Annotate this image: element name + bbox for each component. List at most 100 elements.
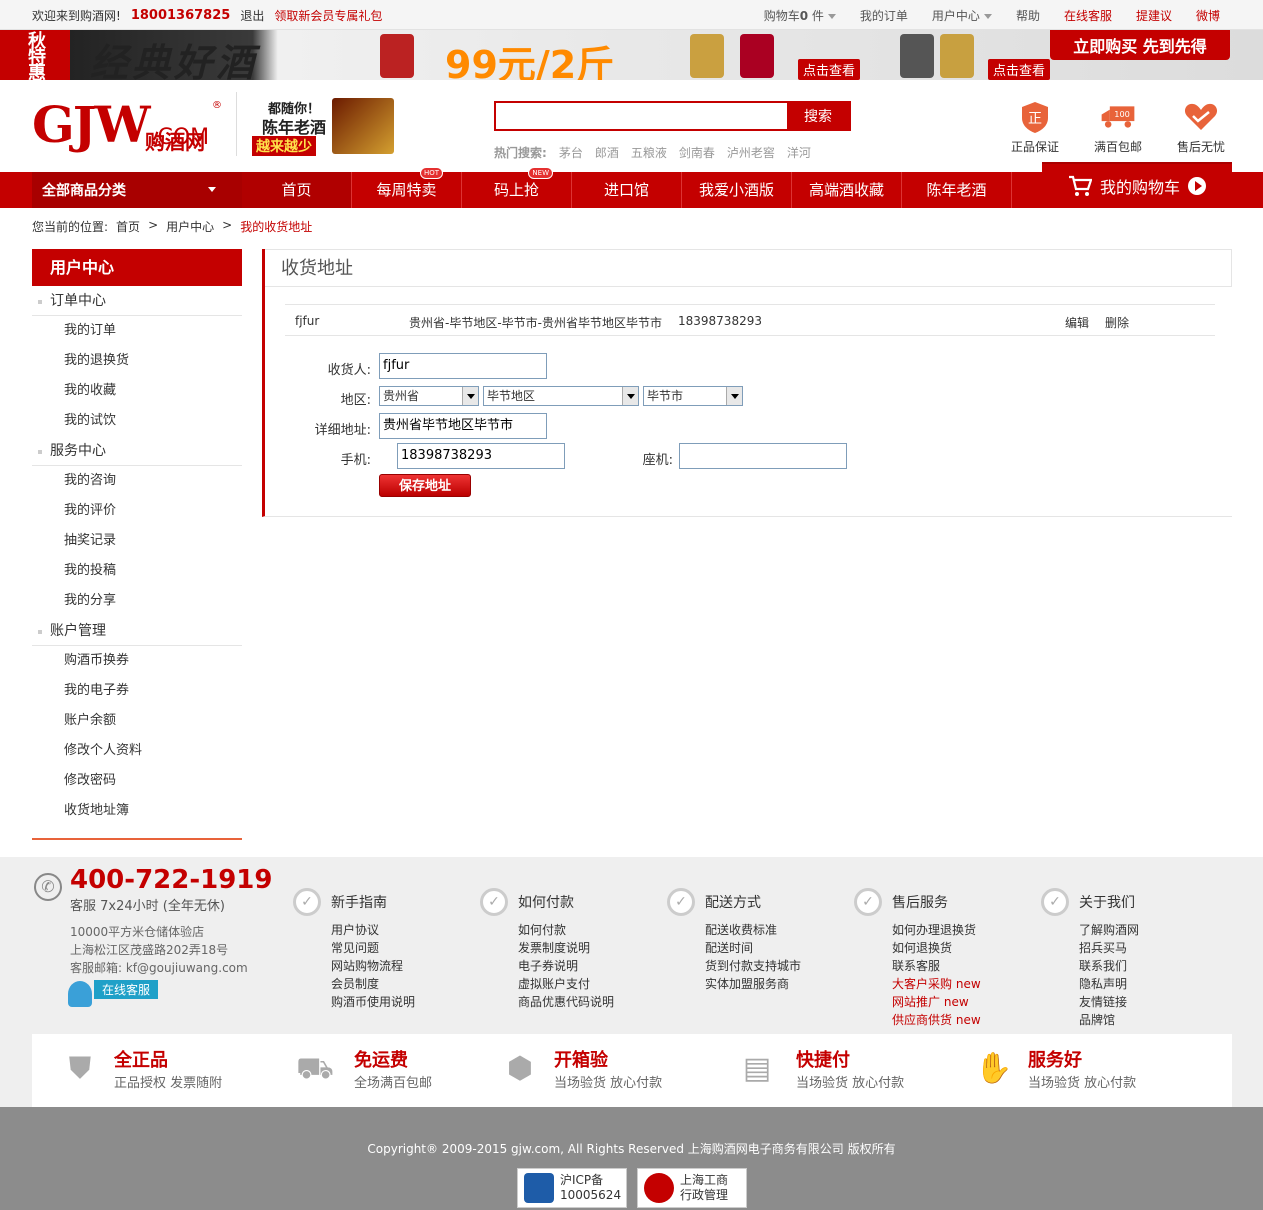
footer-link[interactable]: 货到付款支持城市 (705, 957, 801, 975)
edit-address-link[interactable]: 编辑 (1065, 314, 1089, 331)
sidebar-item-trials[interactable]: 我的试饮 (32, 406, 242, 436)
footer-link[interactable]: 电子券说明 (518, 957, 614, 975)
nav-item-home[interactable]: 首页 (242, 172, 352, 208)
sidebar-item-profile[interactable]: 修改个人资料 (32, 736, 242, 766)
breadcrumb-user-center[interactable]: 用户中心 (166, 218, 214, 235)
sidebar-item-coin-exchange[interactable]: 购酒币换券 (32, 646, 242, 676)
landline-input[interactable] (679, 443, 847, 469)
genuine-guarantee[interactable]: 正 正品保证 (1000, 100, 1070, 155)
after-sale[interactable]: 售后无忧 (1166, 100, 1236, 155)
nav-item-flash[interactable]: 码上抢 NEW (462, 167, 572, 208)
footer-link[interactable]: 联系客服 (892, 957, 981, 975)
sidebar-item-my-orders[interactable]: 我的订单 (32, 316, 242, 346)
search-input[interactable] (496, 103, 787, 129)
page-title: 收货地址 (265, 249, 1232, 287)
banner-look-button[interactable]: 点击查看 (798, 59, 861, 80)
hot-search-link[interactable]: 五粮液 (631, 144, 667, 161)
footer-link[interactable]: 如何付款 (518, 921, 614, 939)
sidebar-item-inquiries[interactable]: 我的咨询 (32, 466, 242, 496)
my-orders-link[interactable]: 我的订单 (848, 7, 920, 24)
footer-link[interactable]: 购酒币使用说明 (331, 993, 415, 1011)
district-select[interactable]: 毕节市 (643, 386, 743, 406)
footer-link[interactable]: 联系我们 (1079, 957, 1139, 975)
search-button[interactable]: 搜索 (787, 103, 849, 129)
breadcrumb-home[interactable]: 首页 (116, 218, 140, 235)
sidebar-item-lottery[interactable]: 抽奖记录 (32, 526, 242, 556)
sidebar-item-shares[interactable]: 我的分享 (32, 586, 242, 616)
sidebar-item-e-coupons[interactable]: 我的电子券 (32, 676, 242, 706)
sidebar-item-password[interactable]: 修改密码 (32, 766, 242, 796)
nav-item-weekly-sale[interactable]: 每周特卖 HOT (352, 167, 462, 208)
save-address-button[interactable]: 保存地址 (379, 474, 471, 497)
weibo-link[interactable]: 微博 (1184, 7, 1232, 24)
footer-link[interactable]: 大客户采购 new (892, 975, 981, 993)
footer-link[interactable]: 如何办理退换货 (892, 921, 981, 939)
receiver-input[interactable]: fjfur (379, 353, 547, 379)
copyright-bar: Copyright® 2009-2015 gjw.com, All Rights… (0, 1107, 1263, 1210)
footer-link[interactable]: 网站推广 new (892, 993, 981, 1011)
hot-search-link[interactable]: 郎酒 (595, 144, 619, 161)
hot-search-link[interactable]: 泸州老窖 (727, 144, 775, 161)
new-member-gift-link[interactable]: 领取新会员专属礼包 (274, 7, 382, 24)
suggest-link[interactable]: 提建议 (1124, 7, 1184, 24)
hot-search-link[interactable]: 洋河 (787, 144, 811, 161)
footer-link[interactable]: 招兵买马 (1079, 939, 1139, 957)
header-divider (236, 92, 237, 156)
banner-buy-now[interactable]: 立即购买 先到先得 (1050, 30, 1230, 60)
nav-item-premium[interactable]: 高端酒收藏 (792, 172, 902, 208)
my-cart-button[interactable]: 我的购物车 (1042, 162, 1232, 208)
footer-link[interactable]: 实体加盟服务商 (705, 975, 801, 993)
free-shipping[interactable]: 100 满百包邮 (1083, 100, 1153, 155)
help-link[interactable]: 帮助 (1004, 7, 1052, 24)
phone-icon: ✆ (34, 873, 62, 901)
sidebar-item-returns[interactable]: 我的退换货 (32, 346, 242, 376)
sidebar-item-balance[interactable]: 账户余额 (32, 706, 242, 736)
thumbs-up-icon: ✋ (975, 1050, 1013, 1086)
header-promo[interactable]: 都随你！ 陈年老酒 越来越少 (252, 96, 402, 156)
province-select[interactable]: 贵州省 (379, 386, 479, 406)
mobile-input[interactable]: 18398738293 (397, 443, 565, 469)
footer-link[interactable]: 发票制度说明 (518, 939, 614, 957)
footer-link[interactable]: 供应商供货 new (892, 1011, 981, 1029)
icp-badge[interactable]: 沪ICP备 10005624 (517, 1168, 627, 1208)
hot-search-link[interactable]: 剑南春 (679, 144, 715, 161)
hot-search-link[interactable]: 茅台 (559, 144, 583, 161)
sidebar-item-address-book[interactable]: 收货地址簿 (32, 796, 242, 826)
footer-link[interactable]: 隐私声明 (1079, 975, 1139, 993)
logo-circle-icon: ✓ (854, 888, 882, 916)
footer-link[interactable]: 如何退换货 (892, 939, 981, 957)
footer-online-service[interactable]: 在线客服 (68, 979, 159, 1007)
footer-link[interactable]: 虚拟账户支付 (518, 975, 614, 993)
site-logo[interactable]: GJW .COM 购酒网 ® (32, 100, 222, 155)
footer-link[interactable]: 网站购物流程 (331, 957, 415, 975)
footer-link[interactable]: 常见问题 (331, 939, 415, 957)
footer-link[interactable]: 用户协议 (331, 921, 415, 939)
business-license-badge[interactable]: 上海工商 行政管理 (637, 1168, 747, 1208)
logout-link[interactable]: 退出 (240, 7, 264, 24)
all-categories-menu[interactable]: 全部商品分类 (32, 172, 242, 208)
sidebar-item-reviews[interactable]: 我的评价 (32, 496, 242, 526)
footer-link[interactable]: 商品优惠代码说明 (518, 993, 614, 1011)
promo-banner[interactable]: 秋特惠 经典好酒 99元/2斤 点击查看 点击查看 立即购买 先到先得 (0, 30, 1263, 80)
footer-link[interactable]: 配送时间 (705, 939, 801, 957)
user-center-menu[interactable]: 用户中心 (920, 7, 1004, 24)
top-cart-link[interactable]: 购物车0 件 (752, 7, 848, 24)
nav-item-aged[interactable]: 陈年老酒 (902, 172, 1012, 208)
user-sidebar: 用户中心 订单中心 我的订单 我的退换货 我的收藏 我的试饮 服务中心 我的咨询… (32, 249, 242, 840)
detail-address-input[interactable]: 贵州省毕节地区毕节市 (379, 413, 547, 439)
footer-link[interactable]: 品牌馆 (1079, 1011, 1139, 1029)
delete-address-link[interactable]: 删除 (1105, 314, 1129, 331)
sidebar-item-favorites[interactable]: 我的收藏 (32, 376, 242, 406)
nav-item-mini-bottles[interactable]: 我爱小酒版 (682, 172, 792, 208)
online-service-link[interactable]: 在线客服 (1052, 7, 1124, 24)
guarantee-quick-pay: ▤ 快捷付 当场验货 放心付款 (732, 1046, 904, 1091)
banner-look-button[interactable]: 点击查看 (988, 59, 1051, 80)
sidebar-item-submissions[interactable]: 我的投稿 (32, 556, 242, 586)
footer-link[interactable]: 会员制度 (331, 975, 415, 993)
welcome-text: 欢迎来到购酒网! (32, 8, 121, 23)
city-select[interactable]: 毕节地区 (483, 386, 639, 406)
footer-link[interactable]: 了解购酒网 (1079, 921, 1139, 939)
footer-link[interactable]: 友情链接 (1079, 993, 1139, 1011)
nav-item-import[interactable]: 进口馆 (572, 172, 682, 208)
footer-link[interactable]: 配送收费标准 (705, 921, 801, 939)
